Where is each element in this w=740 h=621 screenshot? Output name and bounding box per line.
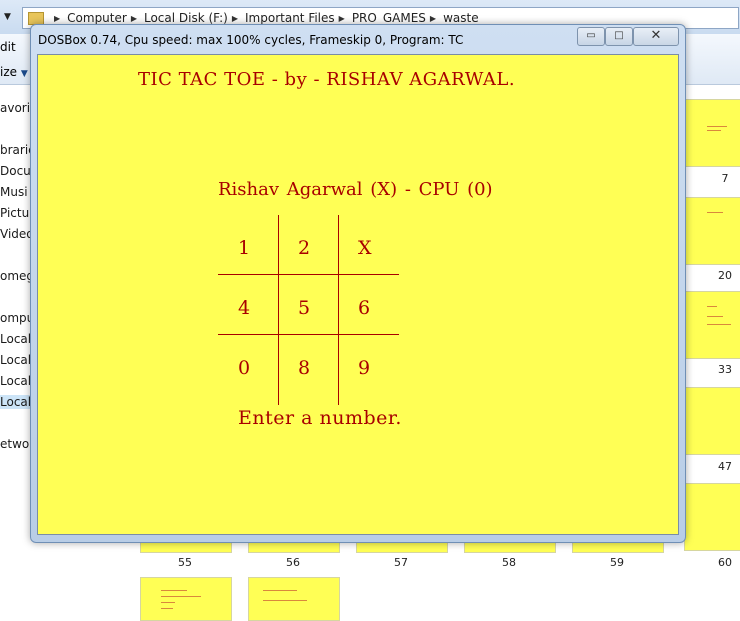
file-label[interactable]: 7 — [710, 172, 740, 185]
file-label[interactable]: 33 — [710, 363, 740, 376]
board-cell-7: 0 — [238, 357, 251, 379]
chevron-right-icon[interactable]: ▶ — [54, 14, 60, 23]
players-line: Rishav Agarwal (X) - CPU (0) — [218, 179, 493, 200]
board-cell-8: 8 — [298, 357, 311, 379]
menu-organize-label: ize — [0, 65, 18, 79]
navigation-pane: avorite brarie Docu Musi Pictu Video ome… — [0, 85, 42, 619]
close-icon: ✕ — [650, 28, 662, 43]
file-thumbnail[interactable] — [684, 483, 740, 551]
file-label[interactable]: 59 — [602, 556, 632, 569]
board-cell-3: X — [358, 237, 372, 259]
nav-item-pictures[interactable]: Pictu — [0, 206, 29, 220]
dosbox-titlebar[interactable]: DOSBox 0.74, Cpu speed: max 100% cycles,… — [31, 25, 685, 53]
file-thumbnail[interactable] — [684, 197, 740, 265]
file-label[interactable]: 56 — [278, 556, 308, 569]
nav-item-documents[interactable]: Docu — [0, 164, 31, 178]
minimize-button[interactable]: ▭ — [577, 27, 605, 46]
breadcrumb-item-computer[interactable]: Computer — [67, 11, 127, 25]
nav-item-local-disk[interactable]: Local — [0, 353, 31, 367]
file-label[interactable]: 60 — [710, 556, 740, 569]
dosbox-window[interactable]: DOSBox 0.74, Cpu speed: max 100% cycles,… — [30, 24, 686, 543]
board-cell-2: 2 — [298, 237, 311, 259]
input-prompt: Enter a number. — [238, 407, 402, 429]
file-thumbnail[interactable] — [684, 291, 740, 359]
file-label[interactable]: 57 — [386, 556, 416, 569]
file-label[interactable]: 20 — [710, 269, 740, 282]
board-cell-1: 1 — [238, 237, 251, 259]
chevron-right-icon[interactable]: ▶ — [131, 14, 137, 23]
file-thumbnail[interactable] — [684, 99, 740, 167]
chevron-down-icon: ▼ — [20, 69, 28, 79]
nav-item-local-disk[interactable]: Local — [0, 374, 31, 388]
menu-organize[interactable]: ize ▼ — [0, 65, 28, 79]
nav-item-local-disk[interactable]: Local — [0, 332, 31, 346]
board-cell-6: 6 — [358, 297, 371, 319]
chevron-down-icon[interactable]: ▼ — [4, 12, 11, 22]
breadcrumb-item-local-disk[interactable]: Local Disk (F:) — [144, 11, 228, 25]
nav-item-videos[interactable]: Video — [0, 227, 34, 241]
breadcrumb-item-important-files[interactable]: Important Files — [245, 11, 335, 25]
breadcrumb-item-waste[interactable]: waste — [443, 11, 479, 25]
maximize-button[interactable]: □ — [605, 27, 633, 46]
file-label[interactable]: 55 — [170, 556, 200, 569]
file-label[interactable]: 47 — [710, 460, 740, 473]
folder-icon — [28, 11, 44, 25]
file-thumbnail[interactable] — [684, 387, 740, 455]
file-thumbnail[interactable] — [248, 577, 340, 621]
nav-item-music[interactable]: Musi — [0, 185, 28, 199]
minimize-icon: ▭ — [586, 30, 596, 41]
board-cell-5: 5 — [298, 297, 311, 319]
board-cell-4: 4 — [238, 297, 251, 319]
chevron-right-icon[interactable]: ▶ — [430, 14, 436, 23]
dos-screen[interactable]: TIC TAC TOE - by - RISHAV AGARWAL. Risha… — [37, 54, 679, 535]
board-cell-9: 9 — [358, 357, 371, 379]
file-thumbnail[interactable] — [140, 577, 232, 621]
breadcrumb-item-pro-games[interactable]: PRO_GAMES — [352, 11, 426, 25]
nav-item-local-disk-selected[interactable]: Local — [0, 395, 32, 409]
close-button[interactable]: ✕ — [633, 27, 679, 46]
nav-item-homegroup[interactable]: omeg — [0, 269, 34, 283]
maximize-icon: □ — [614, 30, 624, 41]
game-title: TIC TAC TOE - by - RISHAV AGARWAL. — [138, 69, 516, 90]
menu-edit[interactable]: dit — [0, 40, 16, 54]
window-title: DOSBox 0.74, Cpu speed: max 100% cycles,… — [38, 33, 464, 47]
chevron-right-icon[interactable]: ▶ — [232, 14, 238, 23]
file-label[interactable]: 58 — [494, 556, 524, 569]
chevron-right-icon[interactable]: ▶ — [339, 14, 345, 23]
